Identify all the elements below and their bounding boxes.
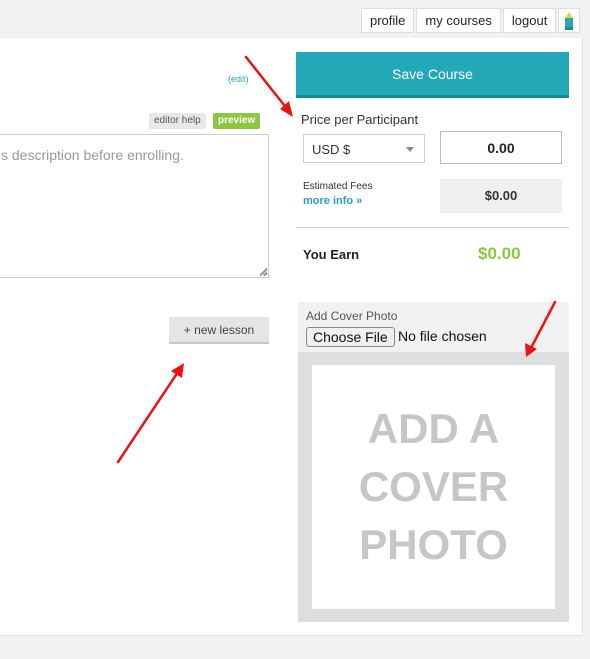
- top-nav: profile my courses logout: [361, 8, 581, 33]
- price-label: Price per Participant: [301, 112, 419, 127]
- currency-select[interactable]: USD $: [303, 134, 425, 163]
- cover-photo-section: Add Cover Photo Choose File No file chos…: [298, 302, 569, 622]
- cover-photo-header: Add Cover Photo Choose File No file chos…: [298, 302, 569, 352]
- earn-label: You Earn: [303, 247, 360, 262]
- dropdown-caret-icon: [406, 147, 414, 152]
- pencil-icon[interactable]: [558, 8, 581, 33]
- profile-link[interactable]: profile: [361, 8, 415, 33]
- cover-placeholder-text: ADD A COVER PHOTO: [358, 405, 509, 568]
- file-status: No file chosen: [398, 328, 487, 344]
- new-lesson-button[interactable]: + new lesson: [169, 317, 269, 344]
- earn-value: $0.00: [478, 244, 521, 263]
- logout-link[interactable]: logout: [502, 8, 557, 33]
- my-courses-link[interactable]: my courses: [416, 8, 501, 33]
- more-info-link[interactable]: more info »: [303, 195, 362, 207]
- editor-help-button[interactable]: editor help: [149, 113, 206, 129]
- fees-value: $0.00: [440, 179, 562, 213]
- cover-photo-placeholder[interactable]: ADD A COVER PHOTO: [312, 365, 555, 609]
- currency-value: USD $: [312, 142, 351, 157]
- fees-label: Estimated Fees: [303, 181, 373, 192]
- description-textarea[interactable]: s description before enrolling.: [0, 134, 269, 278]
- divider: [296, 227, 569, 228]
- price-input[interactable]: [440, 131, 562, 164]
- save-course-button[interactable]: Save Course: [296, 52, 569, 98]
- edit-link[interactable]: (edit): [228, 74, 249, 84]
- preview-button[interactable]: preview: [213, 113, 261, 129]
- choose-file-button[interactable]: Choose File: [306, 327, 395, 347]
- cover-photo-label: Add Cover Photo: [306, 309, 398, 323]
- resize-grip-icon[interactable]: [259, 267, 268, 276]
